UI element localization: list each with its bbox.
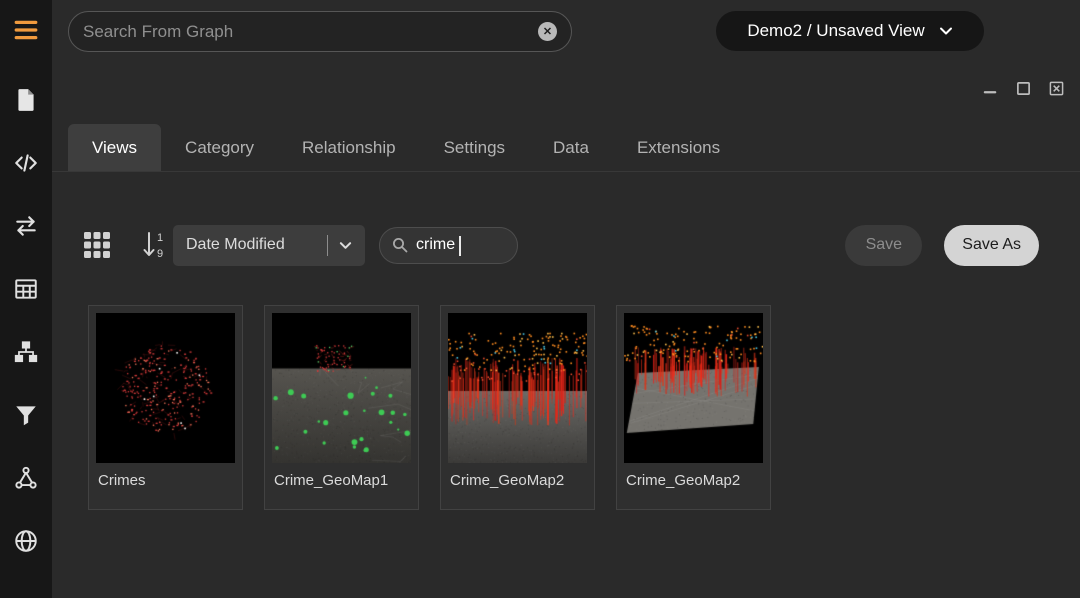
card-title: Crime_GeoMap2 (617, 463, 770, 489)
views-search-field (379, 227, 518, 264)
sort-field-dropdown[interactable]: Date Modified (173, 225, 365, 266)
tab-label: Relationship (302, 138, 396, 158)
filter-icon[interactable] (11, 400, 41, 430)
maximize-button[interactable] (1015, 80, 1031, 96)
tab-bar: Views Category Relationship Settings Dat… (52, 124, 1080, 172)
card-title: Crimes (89, 463, 242, 489)
tab-relationship[interactable]: Relationship (278, 124, 420, 171)
search-icon (392, 237, 408, 253)
tab-label: Views (92, 138, 137, 158)
app-window: ✕ Demo2 / Unsaved View Views Category Re… (0, 0, 1080, 598)
network-icon[interactable] (11, 463, 41, 493)
tab-label: Data (553, 138, 589, 158)
tab-label: Extensions (637, 138, 720, 158)
tab-settings[interactable]: Settings (420, 124, 529, 171)
graph-search-field: ✕ (68, 11, 572, 52)
card-thumbnail (272, 313, 411, 463)
dropdown-divider (327, 235, 328, 256)
card-title: Crime_GeoMap1 (265, 463, 418, 489)
text-cursor (459, 236, 461, 256)
views-grid: Crimes Crime_GeoMap1 Crime_GeoMap2 Crime… (88, 305, 771, 510)
chevron-down-icon (939, 24, 953, 38)
card-thumbnail (624, 313, 763, 463)
view-card[interactable]: Crime_GeoMap2 (440, 305, 595, 510)
hierarchy-icon[interactable] (11, 337, 41, 367)
sort-descending-icon[interactable]: 19 (141, 230, 168, 260)
swap-arrows-icon[interactable] (11, 211, 41, 241)
view-card[interactable]: Crime_GeoMap1 (264, 305, 419, 510)
card-thumbnail (96, 313, 235, 463)
document-icon[interactable] (11, 85, 41, 115)
globe-icon[interactable] (11, 526, 41, 556)
tab-label: Category (185, 138, 254, 158)
tab-label: Settings (444, 138, 505, 158)
svg-text:1: 1 (157, 232, 163, 244)
grid-view-icon[interactable] (82, 230, 112, 260)
clear-search-icon[interactable]: ✕ (538, 22, 557, 41)
tab-data[interactable]: Data (529, 124, 613, 171)
view-selector[interactable]: Demo2 / Unsaved View (716, 11, 984, 51)
sidebar (0, 0, 52, 598)
close-button[interactable] (1048, 80, 1064, 96)
svg-text:9: 9 (157, 248, 163, 260)
menu-icon[interactable] (11, 15, 41, 45)
tab-category[interactable]: Category (161, 124, 278, 171)
view-card[interactable]: Crimes (88, 305, 243, 510)
card-title: Crime_GeoMap2 (441, 463, 594, 489)
table-icon[interactable] (11, 274, 41, 304)
tab-extensions[interactable]: Extensions (613, 124, 744, 171)
view-card[interactable]: Crime_GeoMap2 (616, 305, 771, 510)
window-controls (982, 80, 1064, 96)
minimize-button[interactable] (982, 80, 998, 96)
code-icon[interactable] (11, 148, 41, 178)
tab-views[interactable]: Views (68, 124, 161, 171)
chevron-down-icon (339, 239, 352, 252)
views-search-input[interactable] (416, 236, 490, 254)
views-toolbar: 19 Date Modified Save Save As (82, 224, 1039, 266)
card-thumbnail (448, 313, 587, 463)
save-as-button[interactable]: Save As (944, 225, 1039, 266)
sort-field-value: Date Modified (186, 236, 285, 254)
save-button[interactable]: Save (845, 225, 922, 266)
view-selector-label: Demo2 / Unsaved View (747, 21, 924, 41)
graph-search-input[interactable] (83, 22, 528, 42)
